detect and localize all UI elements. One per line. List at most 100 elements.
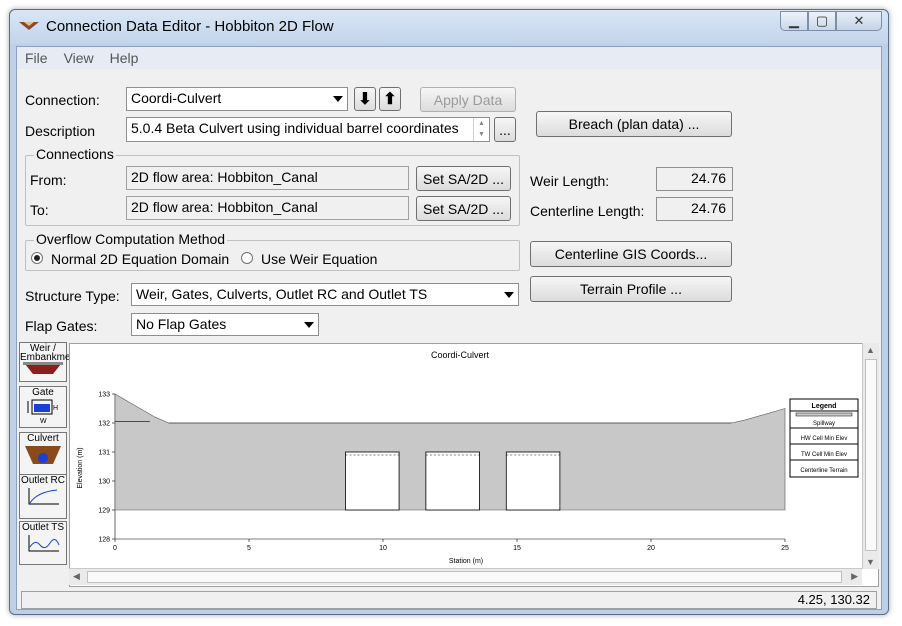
y-tick-label: 128 [98, 537, 110, 544]
connection-label: Connection: [25, 92, 100, 108]
terrain-profile-button[interactable]: Terrain Profile ... [530, 276, 732, 302]
minimize-button[interactable]: ▁ [780, 11, 808, 31]
x-tick-label: 20 [647, 545, 655, 552]
culvert-profile-chart: Coordi-Culvert 0 5 10 15 20 25 128 129 130 131 132… [77, 350, 859, 565]
weir-length-label: Weir Length: [530, 173, 610, 189]
x-tick-label: 15 [513, 545, 521, 552]
arrow-down-icon: ⬇ [358, 91, 372, 108]
legend-entry: TW Cell Min Elev [801, 452, 847, 458]
legend-spillway-swatch [795, 412, 853, 417]
x-tick-label: 10 [379, 545, 387, 552]
chevron-down-icon [329, 88, 347, 110]
culvert-barrel [425, 451, 480, 511]
weir-equation-label: Use Weir Equation [261, 251, 378, 267]
apply-data-button[interactable]: Apply Data [420, 87, 516, 112]
structure-type-label: Structure Type: [25, 288, 120, 304]
plot-area[interactable]: Coordi-Culvert 0 5 10 15 20 25 128 129 130 131 132… [69, 343, 879, 587]
from-label: From: [30, 172, 67, 188]
svg-text:W: W [40, 418, 47, 424]
previous-connection-button[interactable]: ⬆ [379, 87, 401, 111]
flap-gates-select[interactable]: No Flap Gates [131, 313, 319, 336]
description-spinner[interactable]: ▲ ▼ [473, 118, 489, 141]
chart-legend: Legend Spillway HW Cell Min Elev TW Cell… [789, 398, 859, 478]
vertical-scrollbar[interactable]: ▲ ▼ [862, 343, 879, 569]
x-tick-label: 25 [781, 545, 789, 552]
connection-editor-window: Connection Data Editor - Hobbiton 2D Flo… [9, 9, 889, 615]
menu-view[interactable]: View [56, 50, 102, 66]
weir-embankment-label: Weir / Embankment [20, 343, 79, 363]
normal-2d-label: Normal 2D Equation Domain [51, 251, 230, 267]
arrow-up-icon: ⬆ [383, 91, 397, 108]
client-area: File View Help Connection: Coordi-Culver… [16, 46, 882, 610]
time-series-icon [28, 535, 60, 552]
centerline-length-value: 24.76 [656, 197, 733, 221]
normal-2d-radio[interactable] [31, 252, 43, 264]
outlet-ts-button[interactable]: Outlet TS [19, 521, 67, 565]
outlet-rc-label: Outlet RC [21, 475, 65, 486]
weir-embankment-button[interactable]: Weir / Embankment [19, 342, 79, 382]
y-tick-label: 132 [98, 421, 110, 428]
from-field: 2D flow area: Hobbiton_Canal [126, 166, 409, 190]
svg-text:H: H [53, 405, 58, 412]
scroll-right-icon[interactable]: ▶ [851, 571, 858, 582]
horizontal-scroll-thumb[interactable] [87, 571, 842, 583]
menu-help[interactable]: Help [102, 50, 147, 66]
y-tick-label: 131 [98, 450, 110, 457]
culvert-barrel [505, 451, 561, 511]
scroll-down-icon[interactable]: ▼ [866, 557, 875, 567]
set-to-button[interactable]: Set SA/2D ... [416, 196, 511, 221]
culvert-barrel [345, 451, 400, 511]
overflow-group-title: Overflow Computation Method [34, 231, 228, 247]
centerline-length-label: Centerline Length: [530, 203, 645, 219]
minimize-icon: ▁ [789, 13, 799, 28]
rating-curve-icon [28, 488, 59, 505]
y-tick-label: 129 [98, 508, 110, 515]
window-title: Connection Data Editor - Hobbiton 2D Flo… [46, 18, 334, 35]
weir-equation-radio[interactable] [241, 252, 253, 264]
next-connection-button[interactable]: ⬇ [354, 87, 376, 111]
flap-gates-label: Flap Gates: [25, 318, 98, 334]
chart-title: Coordi-Culvert [431, 350, 490, 360]
x-axis-label: Station (m) [449, 558, 483, 565]
description-field[interactable]: 5.0.4 Beta Culvert using individual barr… [126, 117, 490, 142]
x-tick-label: 0 [113, 545, 117, 552]
scroll-left-icon[interactable]: ◀ [73, 571, 80, 582]
chevron-down-icon [500, 284, 518, 305]
chart-marks [114, 393, 786, 511]
description-more-button[interactable]: ... [494, 117, 516, 142]
maximize-button[interactable]: ▢ [808, 11, 836, 31]
outlet-rc-button[interactable]: Outlet RC [19, 474, 67, 519]
culvert-icon [25, 446, 61, 464]
y-axis-label: Elevation (m) [77, 447, 84, 488]
y-tick-label: 133 [98, 392, 110, 399]
connection-select[interactable]: Coordi-Culvert [126, 87, 348, 111]
flap-gates-value: No Flap Gates [136, 316, 227, 332]
embankment-icon [23, 362, 63, 374]
menu-bar: File View Help [17, 47, 881, 69]
description-value: 5.0.4 Beta Culvert using individual barr… [131, 120, 459, 136]
vertical-scroll-thumb[interactable] [865, 359, 877, 551]
gate-button[interactable]: Gate H W [19, 386, 67, 428]
menu-file[interactable]: File [17, 50, 56, 66]
set-from-button[interactable]: Set SA/2D ... [416, 166, 511, 191]
gate-icon: H W [27, 399, 58, 425]
breach-button[interactable]: Breach (plan data) ... [536, 111, 732, 137]
connections-group-title: Connections [34, 146, 116, 162]
description-label: Description [25, 123, 96, 139]
window-controls: ▁ ▢ ✕ [780, 11, 882, 31]
scroll-up-icon[interactable]: ▲ [866, 345, 875, 355]
close-button[interactable]: ✕ [836, 11, 882, 31]
gate-label: Gate [32, 387, 54, 398]
connection-value: Coordi-Culvert [131, 90, 222, 106]
centerline-gis-button[interactable]: Centerline GIS Coords... [530, 241, 732, 267]
maximize-icon: ▢ [815, 13, 829, 28]
legend-entry: Spillway [813, 421, 835, 427]
horizontal-scrollbar[interactable]: ◀ ▶ [69, 568, 862, 585]
culvert-button[interactable]: Culvert [19, 432, 67, 476]
structure-type-select[interactable]: Weir, Gates, Culverts, Outlet RC and Out… [131, 283, 519, 306]
chevron-down-icon [300, 314, 318, 335]
status-bar: 4.25, 130.32 [21, 591, 877, 609]
app-logo-icon [19, 22, 39, 30]
weir-length-value: 24.76 [656, 167, 733, 191]
structure-type-value: Weir, Gates, Culverts, Outlet RC and Out… [136, 286, 428, 302]
